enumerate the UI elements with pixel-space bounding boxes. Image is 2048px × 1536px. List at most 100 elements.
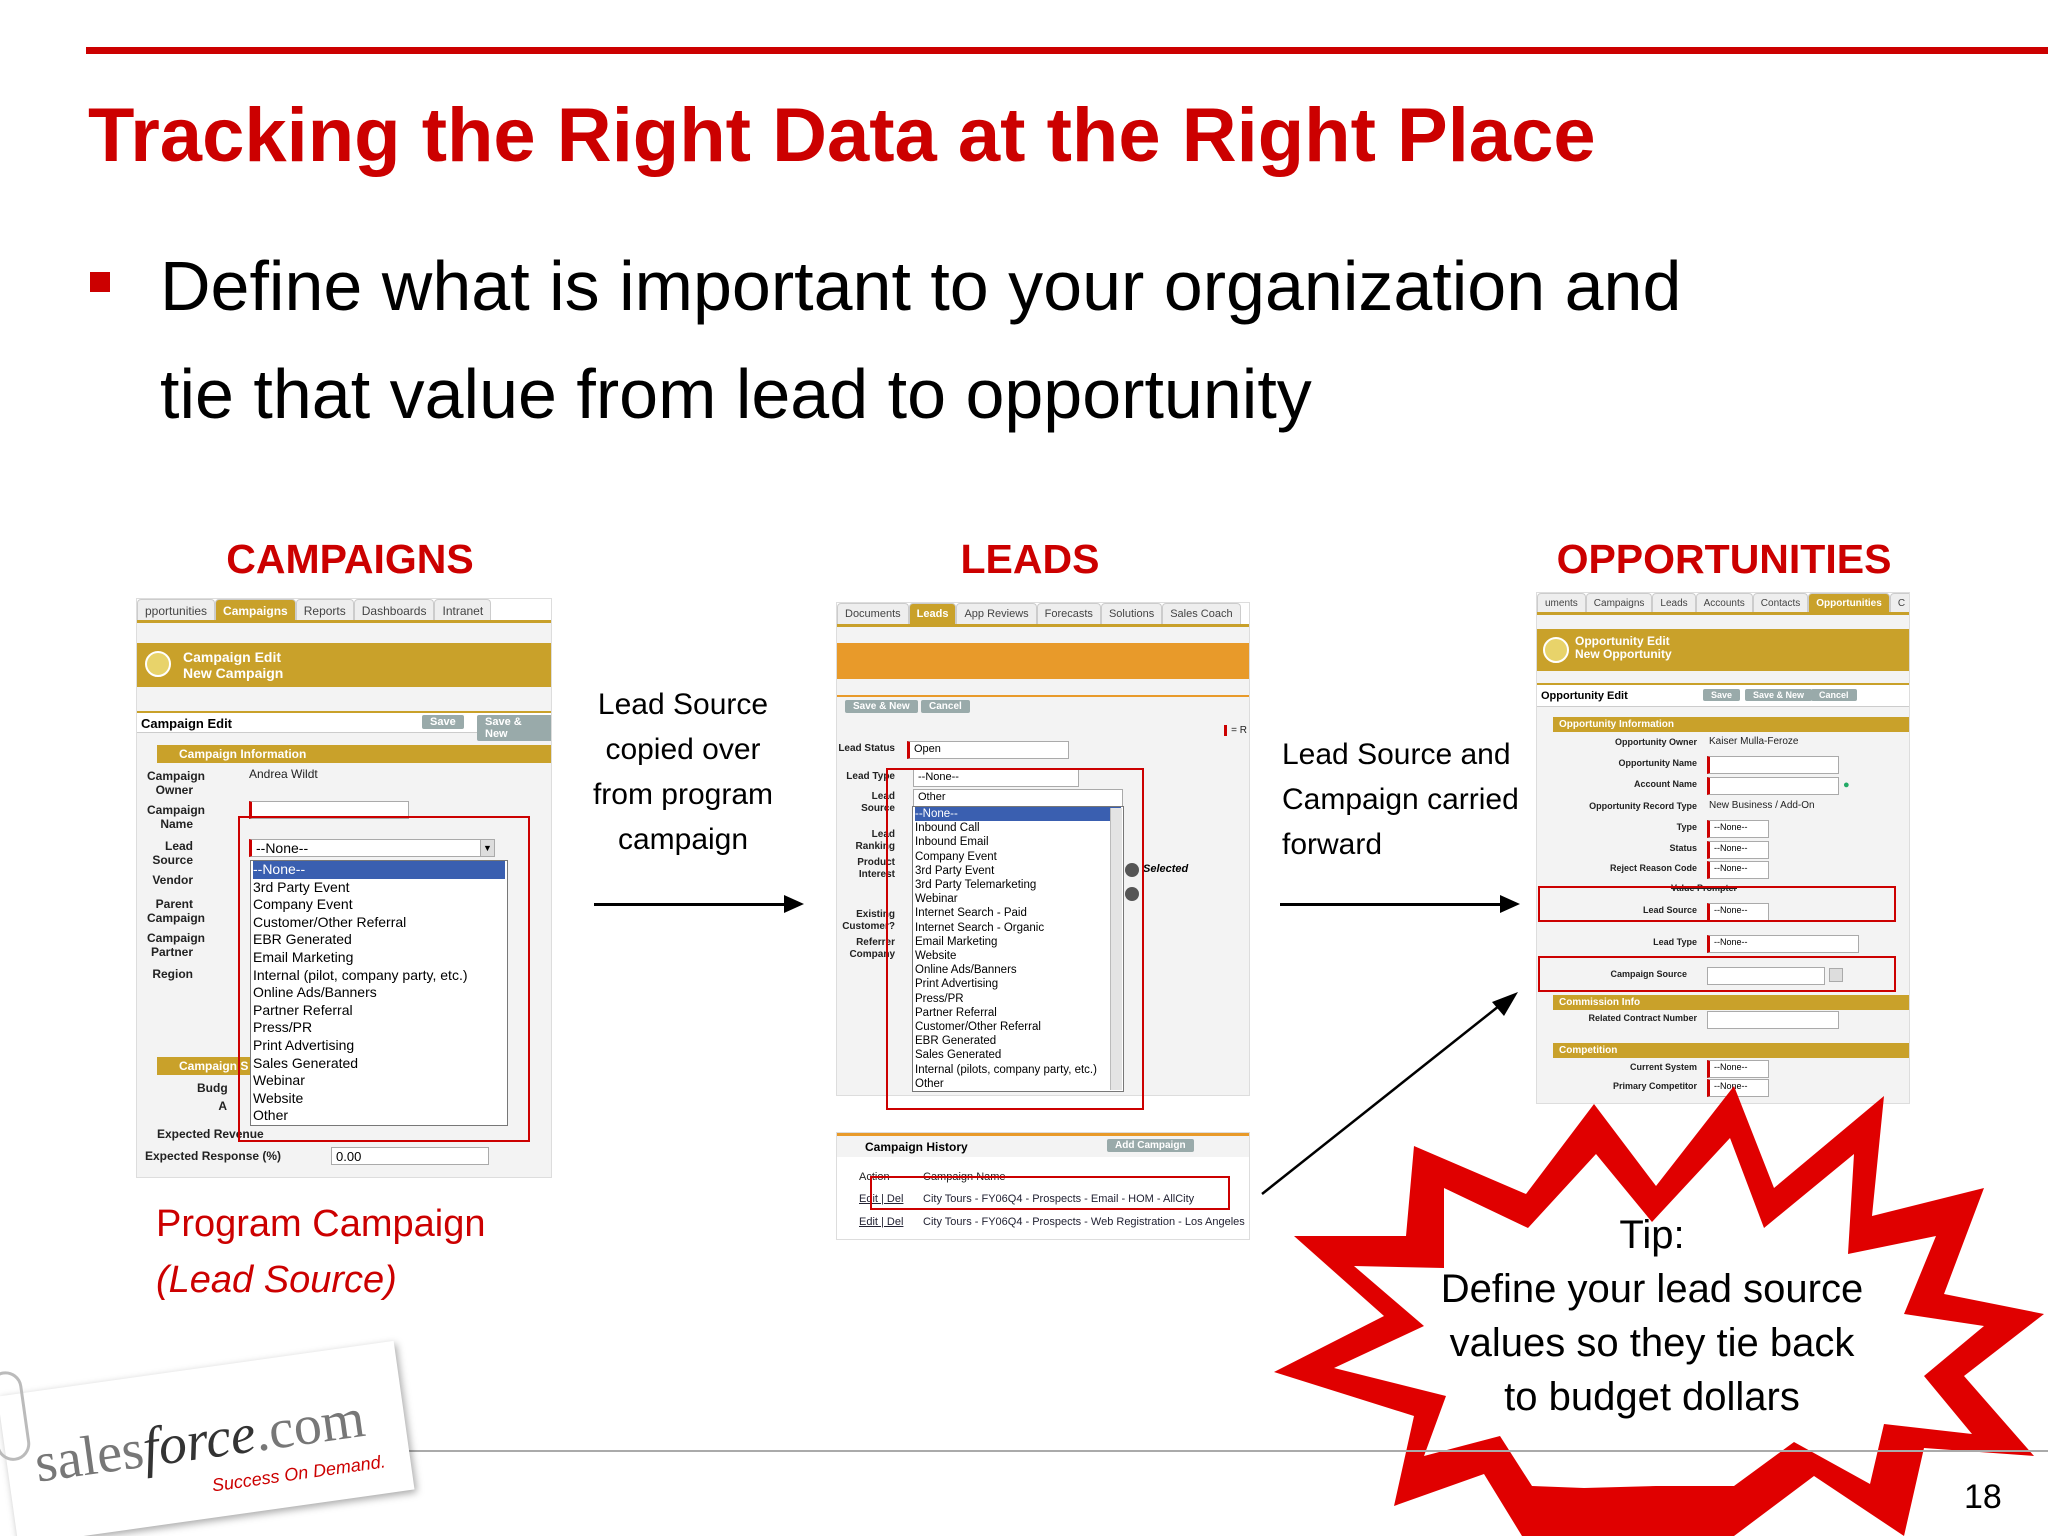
cancel-button[interactable]: Cancel	[921, 700, 970, 713]
save-button[interactable]: Save	[422, 715, 464, 729]
tab-dashboards[interactable]: Dashboards	[353, 599, 435, 620]
record-type-value: New Business / Add-On	[1709, 800, 1815, 811]
save-new-button[interactable]: Save & New	[1745, 689, 1813, 701]
caption-line: Lead Source and	[1282, 738, 1511, 771]
campaign-edit-header: Campaign Edit New Campaign	[137, 643, 551, 687]
caption-line: copied over	[605, 733, 761, 766]
tip-text: Tip: Define your lead source values so t…	[1392, 1208, 1912, 1424]
tab-documents[interactable]: Documents	[837, 603, 909, 624]
arrow-head-1	[784, 895, 804, 913]
bottom-rule	[380, 1450, 2048, 1452]
account-input[interactable]	[1707, 777, 1839, 795]
header-line-2: New Opportunity	[1575, 647, 1672, 661]
tab-sales-coach[interactable]: Sales Coach	[1162, 603, 1241, 624]
brand-sales: sales	[30, 1418, 148, 1495]
tab-intranet[interactable]: Intranet	[434, 599, 492, 620]
opp-name-input[interactable]	[1707, 756, 1839, 774]
lead-type-label: Lead Type	[1653, 937, 1697, 947]
caption-line: campaign	[617, 823, 749, 856]
tab-leads[interactable]: Leads	[1652, 593, 1696, 612]
program-campaign-caption: Program Campaign (Lead Source)	[156, 1196, 485, 1308]
slide-title: Tracking the Right Data at the Right Pla…	[88, 93, 1596, 178]
expected-response-input[interactable]: 0.00	[331, 1147, 489, 1165]
opp-info-section: Opportunity Information	[1553, 717, 1909, 732]
tab-documents[interactable]: uments	[1537, 593, 1586, 612]
tab-opportunities[interactable]: pportunities	[137, 599, 216, 620]
paperclip-icon	[0, 1369, 33, 1464]
opp-tab-bar: uments Campaigns Leads Accounts Contacts…	[1537, 593, 1909, 615]
header-line-1: Campaign Edit	[183, 649, 282, 665]
tab-more[interactable]: C	[1889, 593, 1909, 612]
tab-campaigns[interactable]: Campaigns	[215, 599, 296, 620]
tab-app-reviews[interactable]: App Reviews	[956, 603, 1037, 624]
tab-forecasts[interactable]: Forecasts	[1036, 603, 1101, 624]
save-button[interactable]: Save	[1703, 689, 1741, 701]
program-campaign-label: Program Campaign	[156, 1203, 486, 1245]
record-type-label: Opportunity Record Type	[1589, 801, 1697, 811]
opportunity-icon	[1543, 637, 1569, 663]
account-label: Account Name	[1633, 779, 1697, 789]
campaign-info-section: Campaign Information	[157, 745, 551, 763]
save-new-button[interactable]: Save & New	[845, 700, 918, 713]
row-action[interactable]: Edit | Del	[859, 1216, 903, 1228]
opp-owner-value: Kaiser Mulla-Feroze	[1709, 736, 1799, 747]
competition-section: Competition	[1553, 1043, 1909, 1058]
opportunity-screenshot: uments Campaigns Leads Accounts Contacts…	[1536, 592, 1910, 1104]
leads-button-bar: Save & New Cancel	[837, 695, 1249, 715]
expected-response-label: Expected Response (%)	[145, 1149, 282, 1163]
name-label: Campaign Name	[147, 803, 206, 831]
add-campaign-button[interactable]: Add Campaign	[1107, 1139, 1194, 1152]
leads-heading: LEADS	[960, 536, 1100, 582]
opp-lead-source-highlight	[1538, 886, 1896, 922]
arrow-line-2	[1280, 903, 1502, 906]
brand-force: force	[138, 1402, 260, 1480]
commission-section: Commission Info	[1553, 995, 1909, 1010]
leads-orange-header	[837, 643, 1249, 679]
lead-status-select[interactable]: Open	[907, 741, 1069, 759]
table-row: Edit | Del City Tours - FY06Q4 - Prospec…	[859, 1216, 1245, 1228]
tip-arrow	[1261, 992, 1518, 1195]
bullet-line-2: tie that value from lead to opportunity	[160, 355, 1312, 433]
opp-campaign-source-highlight	[1538, 956, 1896, 992]
type-label: Type	[1676, 822, 1697, 832]
partner-label: Campaign Partner	[147, 931, 206, 959]
opportunities-heading: OPPORTUNITIES	[1556, 536, 1892, 582]
save-new-button[interactable]: Save & New	[477, 715, 551, 741]
row-name[interactable]: City Tours - FY06Q4 - Prospects - Web Re…	[923, 1216, 1245, 1228]
lead-source-paren: (Lead Source)	[156, 1259, 397, 1301]
opp-edit-header: Opportunity Edit New Opportunity	[1537, 629, 1909, 671]
related-contract-label: Related Contract Number	[1588, 1013, 1697, 1023]
reject-select[interactable]: --None--	[1707, 861, 1769, 879]
cancel-button[interactable]: Cancel	[1811, 689, 1857, 701]
parent-label: Parent Campaign	[147, 897, 206, 925]
campaign-icon	[145, 651, 171, 677]
owner-value: Andrea Wildt	[249, 767, 318, 781]
tip-line: to budget dollars	[1504, 1375, 1800, 1419]
caption-line: forward	[1282, 828, 1383, 861]
owner-label: Campaign Owner	[147, 769, 206, 797]
opp-edit-title: Opportunity Edit	[1541, 690, 1628, 702]
history-highlight-box	[870, 1176, 1230, 1210]
leads-highlight-box	[886, 768, 1144, 1110]
tab-reports[interactable]: Reports	[295, 599, 354, 620]
top-rule	[86, 47, 2048, 54]
lead-type-select[interactable]: --None--	[1707, 935, 1859, 953]
history-title: Campaign History	[865, 1140, 968, 1154]
page-number: 18	[1964, 1478, 2002, 1516]
budget-label: Budg	[197, 1081, 228, 1095]
copied-over-caption: Lead Source copied over from program cam…	[560, 682, 806, 862]
salesforce-logo-card: salesforce.com Success On Demand.	[0, 1340, 415, 1536]
tab-contacts[interactable]: Contacts	[1752, 593, 1809, 612]
related-contract-input[interactable]	[1707, 1011, 1839, 1029]
tab-leads[interactable]: Leads	[908, 603, 957, 624]
status-select[interactable]: --None--	[1707, 841, 1769, 859]
carried-forward-caption: Lead Source and Campaign carried forward	[1282, 732, 1542, 867]
tab-campaigns[interactable]: Campaigns	[1585, 593, 1653, 612]
tab-accounts[interactable]: Accounts	[1695, 593, 1753, 612]
tab-opportunities[interactable]: Opportunities	[1808, 593, 1890, 612]
type-select[interactable]: --None--	[1707, 820, 1769, 838]
required-hint: = R	[1224, 725, 1247, 736]
arrow-head-2	[1500, 895, 1520, 913]
lookup-icon[interactable]: ●	[1843, 779, 1850, 791]
tab-solutions[interactable]: Solutions	[1100, 603, 1163, 624]
